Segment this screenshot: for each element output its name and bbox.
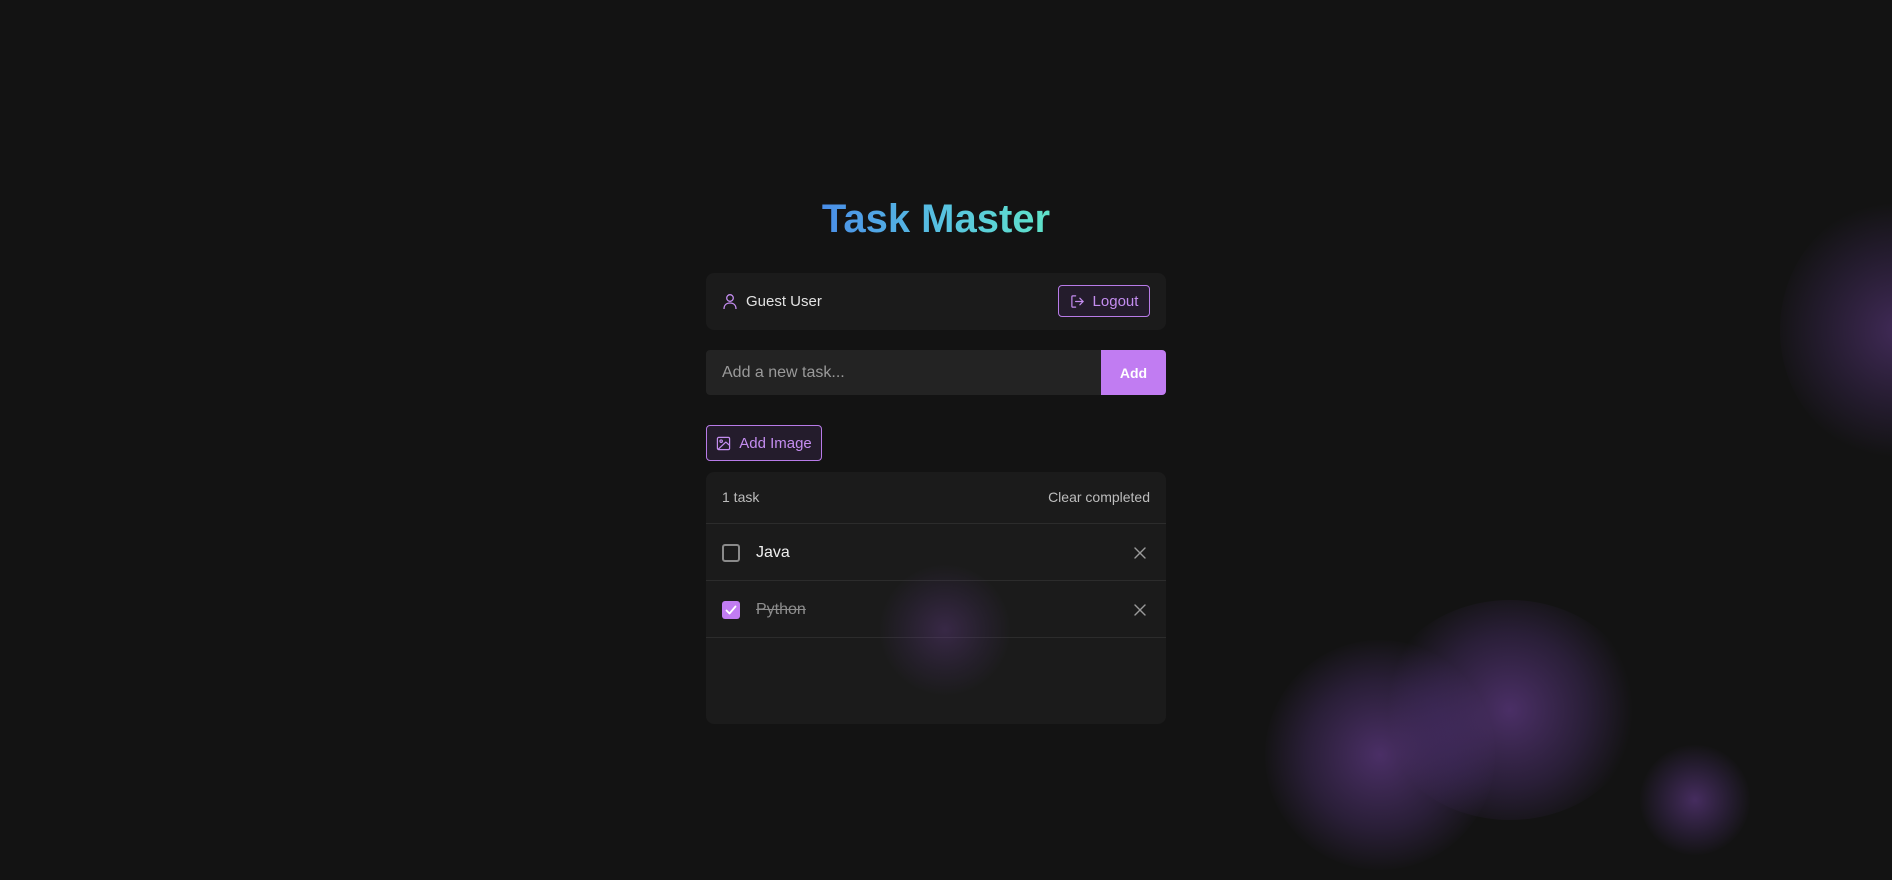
user-name: Guest User xyxy=(746,293,822,310)
user-icon xyxy=(723,294,737,310)
task-item: Java xyxy=(706,524,1166,581)
background-glow xyxy=(1380,600,1640,820)
task-checkbox[interactable] xyxy=(722,601,740,619)
task-count: 1 task xyxy=(722,489,760,505)
logout-icon xyxy=(1070,294,1084,308)
app-title: Task Master xyxy=(821,197,1051,241)
background-glow xyxy=(1780,200,1892,460)
app-root: Task Master Guest User Logout Add a new … xyxy=(0,0,1892,880)
add-image-label: Add Image xyxy=(739,434,812,452)
close-icon[interactable] xyxy=(1132,602,1148,618)
logout-label: Logout xyxy=(1092,292,1139,310)
task-text: Python xyxy=(756,601,806,618)
add-image-button[interactable]: Add Image xyxy=(706,425,822,461)
task-item: Python xyxy=(706,581,1166,638)
clear-completed-button[interactable]: Clear completed xyxy=(1048,489,1150,505)
new-task-input[interactable] xyxy=(706,350,1101,395)
add-task-form: Add xyxy=(706,350,1166,395)
task-list-header: 1 task Clear completed xyxy=(706,472,1166,524)
user-bar: Guest User Logout xyxy=(706,273,1166,330)
image-icon xyxy=(717,436,731,450)
checkmark-icon xyxy=(725,605,737,615)
logout-button[interactable]: Logout xyxy=(1058,285,1150,317)
task-list-panel: 1 task Clear completed Java Python xyxy=(706,472,1166,724)
task-text: Java xyxy=(756,544,790,561)
background-glow xyxy=(1265,640,1495,870)
add-task-button[interactable]: Add xyxy=(1101,350,1166,395)
background-glow xyxy=(1640,745,1750,855)
task-checkbox[interactable] xyxy=(722,544,740,562)
close-icon[interactable] xyxy=(1132,545,1148,561)
